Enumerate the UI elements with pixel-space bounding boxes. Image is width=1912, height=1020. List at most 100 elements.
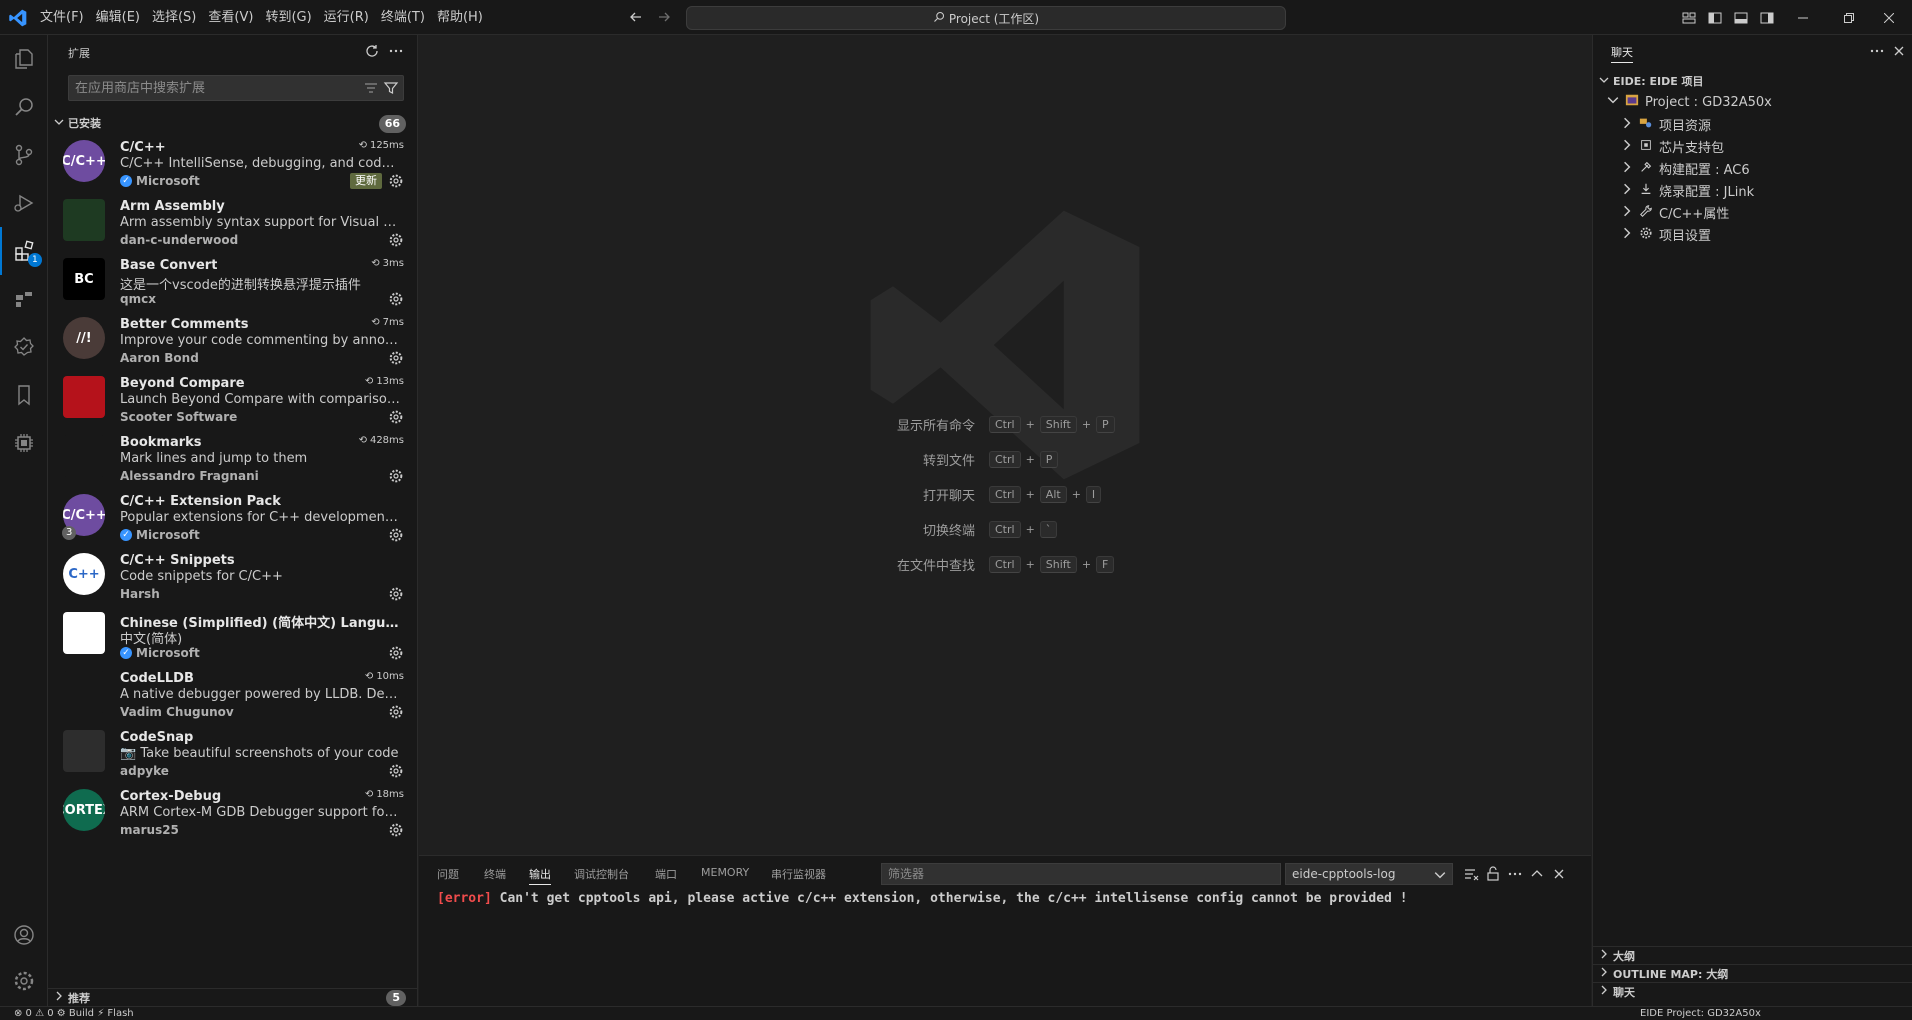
menu-go[interactable]: 转到(G) bbox=[259, 6, 317, 30]
extensions-icon[interactable]: 1 bbox=[0, 227, 48, 275]
customize-layout-icon[interactable] bbox=[1679, 8, 1699, 28]
output-filter-input[interactable]: 筛选器 bbox=[881, 863, 1281, 885]
forward-arrow-icon[interactable] bbox=[656, 9, 672, 29]
collapsed-section-header[interactable]: 大纲 bbox=[1593, 946, 1912, 964]
project-tree-item[interactable]: 项目设置 bbox=[1621, 225, 1711, 244]
history-icon: ⟲ bbox=[364, 789, 374, 800]
extension-gear-icon[interactable] bbox=[388, 468, 404, 484]
maximize-panel-icon[interactable] bbox=[1529, 866, 1545, 886]
panel-tab[interactable]: 端口 bbox=[655, 866, 677, 882]
refresh-icon[interactable] bbox=[364, 43, 380, 63]
bookmarks-icon[interactable] bbox=[0, 371, 48, 419]
manage-gear-icon[interactable] bbox=[0, 957, 48, 1005]
project-tree-item[interactable]: 烧录配置 : JLink bbox=[1621, 181, 1754, 200]
extension-gear-icon[interactable] bbox=[388, 704, 404, 720]
pane-more-icon[interactable] bbox=[1869, 43, 1885, 63]
extension-gear-icon[interactable] bbox=[388, 409, 404, 425]
keycap: Ctrl bbox=[989, 416, 1021, 433]
toggle-panel-icon[interactable] bbox=[1731, 8, 1751, 28]
extension-gear-icon[interactable] bbox=[388, 173, 404, 189]
extension-name: C/C++ bbox=[120, 140, 166, 155]
menu-view[interactable]: 查看(V) bbox=[202, 6, 259, 30]
menu-selection[interactable]: 选择(S) bbox=[146, 6, 202, 30]
extension-item[interactable]: BC Base Convert 这是一个vscode的进制转换悬浮提示插件 qmcx ⟲… bbox=[48, 252, 418, 311]
account-icon[interactable] bbox=[0, 911, 48, 959]
panel-tab[interactable]: 调试控制台 bbox=[574, 866, 629, 882]
extension-search-input[interactable] bbox=[69, 76, 349, 100]
extension-item[interactable]: Beyond Compare Launch Beyond Compare with… bbox=[48, 370, 418, 429]
extension-item[interactable]: CodeSnap 📷 Take beautiful screenshots of … bbox=[48, 724, 418, 783]
menu-terminal[interactable]: 终端(T) bbox=[375, 6, 431, 30]
chevron-right-icon bbox=[1621, 205, 1633, 221]
project-root-node[interactable]: Project : GD32A50x bbox=[1607, 93, 1772, 111]
close-pane-icon[interactable] bbox=[1891, 43, 1907, 63]
collapsed-section-header[interactable]: OUTLINE MAP: 大纲 bbox=[1593, 964, 1912, 982]
installed-section-header[interactable]: 已安装 66 bbox=[48, 112, 418, 134]
menu-run[interactable]: 运行(R) bbox=[318, 6, 375, 30]
close-panel-icon[interactable] bbox=[1551, 866, 1567, 886]
panel-tab[interactable]: 问题 bbox=[437, 866, 459, 882]
recommended-section-header[interactable]: 推荐 5 bbox=[48, 988, 418, 1006]
collapsed-section-header[interactable]: 聊天 bbox=[1593, 982, 1912, 1000]
chip-icon[interactable] bbox=[0, 419, 48, 467]
eide-icon[interactable] bbox=[0, 275, 48, 323]
project-tree-item[interactable]: C/C++属性 bbox=[1621, 203, 1729, 222]
extension-gear-icon[interactable] bbox=[388, 527, 404, 543]
chevron-right-icon bbox=[1621, 227, 1633, 243]
filter-icon[interactable] bbox=[383, 80, 399, 100]
extension-gear-icon[interactable] bbox=[388, 291, 404, 307]
close-window-icon[interactable] bbox=[1866, 0, 1912, 35]
tree-item-label: C/C++属性 bbox=[1659, 207, 1730, 222]
more-actions-icon[interactable] bbox=[388, 43, 404, 63]
extension-item[interactable]: C/C++ C/C++ Extension Pack Popular extensi… bbox=[48, 488, 418, 547]
build-config-icon bbox=[1639, 160, 1653, 178]
panel-tab[interactable]: 串行监视器 bbox=[771, 866, 826, 882]
menu-file[interactable]: 文件(F) bbox=[34, 6, 90, 30]
extension-name: Bookmarks bbox=[120, 435, 202, 450]
project-tree-item[interactable]: 芯片支持包 bbox=[1621, 137, 1724, 156]
project-tree-item[interactable]: 构建配置 : AC6 bbox=[1621, 159, 1750, 178]
extension-item[interactable]: Chinese (Simplified) (简体中文) Language Pa.… bbox=[48, 606, 418, 665]
extension-gear-icon[interactable] bbox=[388, 350, 404, 366]
explorer-icon[interactable] bbox=[0, 35, 48, 83]
extension-gear-icon[interactable] bbox=[388, 822, 404, 838]
toggle-secondary-sidebar-icon[interactable] bbox=[1757, 8, 1777, 28]
menu-edit[interactable]: 编辑(E) bbox=[90, 6, 146, 30]
extension-gear-icon[interactable] bbox=[388, 763, 404, 779]
update-button[interactable]: 更新 bbox=[350, 173, 382, 189]
extension-gear-icon[interactable] bbox=[388, 232, 404, 248]
extension-item[interactable]: //! Better Comments Improve your code comm… bbox=[48, 311, 418, 370]
menu-help[interactable]: 帮助(H) bbox=[431, 6, 489, 30]
source-control-icon[interactable] bbox=[0, 131, 48, 179]
extension-item[interactable]: CodeLLDB A native debugger powered by LLD… bbox=[48, 665, 418, 724]
command-center[interactable]: Project (工作区) bbox=[686, 6, 1286, 30]
panel-tab[interactable]: 输出 bbox=[529, 866, 551, 885]
extension-gear-icon[interactable] bbox=[388, 586, 404, 602]
flash-config-icon bbox=[1639, 182, 1653, 200]
shortcut-row: 转到文件 Ctrl + P bbox=[419, 450, 1591, 469]
extension-item[interactable]: Arm Assembly Arm assembly syntax support … bbox=[48, 193, 418, 252]
extension-item[interactable]: C/C++ C/C++ C/C++ IntelliSense, debugging,… bbox=[48, 134, 418, 193]
extension-item[interactable]: Bookmarks Mark lines and jump to them Ales… bbox=[48, 429, 418, 488]
lock-scroll-icon[interactable] bbox=[1485, 866, 1501, 886]
project-tree-item[interactable]: 项目资源 bbox=[1621, 115, 1711, 134]
extension-item[interactable]: CORTEX Cortex-DebugARM Cortex-M GDB Debug… bbox=[48, 783, 418, 842]
run-debug-icon[interactable] bbox=[0, 179, 48, 227]
clear-output-icon[interactable] bbox=[1463, 866, 1479, 886]
panel-more-icon[interactable] bbox=[1507, 866, 1523, 886]
panel-tab[interactable]: MEMORY bbox=[701, 866, 749, 879]
status-right[interactable]: EIDE Project: GD32A50x bbox=[1640, 1007, 1761, 1020]
testing-icon[interactable] bbox=[0, 323, 48, 371]
minimize-icon[interactable] bbox=[1780, 0, 1826, 35]
panel-tab[interactable]: 终端 bbox=[484, 866, 506, 882]
clear-filter-icon[interactable] bbox=[363, 80, 379, 100]
back-arrow-icon[interactable] bbox=[628, 9, 644, 29]
extension-item[interactable]: C++ C/C++ Snippets Code snippets for C/C++… bbox=[48, 547, 418, 606]
search-view-icon[interactable] bbox=[0, 83, 48, 131]
extension-gear-icon[interactable] bbox=[388, 645, 404, 661]
chat-tab[interactable]: 聊天 bbox=[1611, 44, 1633, 63]
status-left[interactable]: ⊗ 0 ⚠ 0 ⚙ Build ⚡ Flash bbox=[14, 1007, 134, 1020]
eide-section-header[interactable]: EIDE: EIDE 项目 bbox=[1593, 70, 1912, 92]
toggle-primary-sidebar-icon[interactable] bbox=[1705, 8, 1725, 28]
output-channel-select[interactable]: eide-cpptools-log bbox=[1285, 863, 1453, 885]
